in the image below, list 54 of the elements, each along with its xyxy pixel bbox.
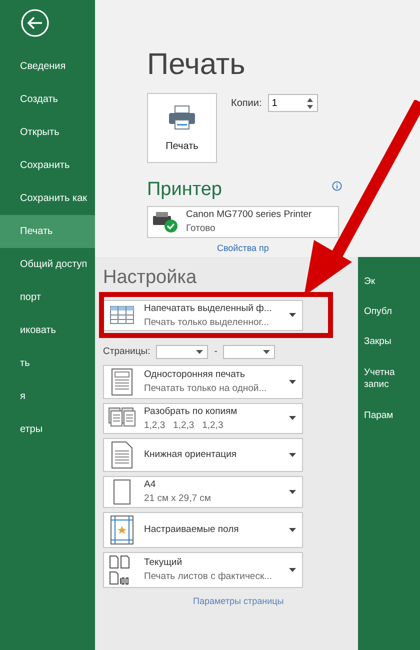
menu-item[interactable]: Закры	[364, 327, 420, 358]
print-option-dropdown[interactable]: Односторонняя печать Печатать только на одной...	[103, 364, 303, 399]
spinner-icon[interactable]	[306, 98, 313, 108]
sidebar-item[interactable]: Сохранить	[0, 149, 95, 182]
caret-icon	[289, 528, 296, 532]
info-icon[interactable]	[332, 181, 342, 191]
sidebar-item[interactable]: порт	[0, 281, 95, 314]
sidebar-item[interactable]: Печать	[0, 215, 95, 248]
page-to-field[interactable]	[223, 344, 276, 359]
sidebar-item[interactable]: ть	[0, 347, 95, 380]
print-option-dropdown[interactable]: Настраиваемые поля	[103, 512, 303, 548]
printer-ready-icon	[152, 210, 178, 233]
sidebar-item[interactable]: Сохранить как	[0, 182, 95, 215]
sidebar-item[interactable]: Создать	[0, 83, 95, 116]
printer-properties-link[interactable]: Свойства пр	[217, 242, 269, 253]
print-selection-dropdown[interactable]: Напечатать выделенный ф... Печать только выделенног...	[103, 300, 303, 331]
print-option-dropdown[interactable]: A4 21 см x 29,7 см	[103, 476, 303, 508]
section-heading: Настройка	[103, 266, 198, 290]
print-option-dropdown[interactable]: Разобрать по копиям 1,2,3 1,2,3 1,2,3	[103, 402, 303, 434]
sidebar-item[interactable]: иковать	[0, 314, 95, 347]
stacked-pages-icon	[108, 407, 136, 430]
copies-label: Копии:	[231, 98, 262, 108]
back-icon[interactable]	[20, 8, 50, 38]
caret-icon	[289, 416, 296, 420]
printer-dropdown[interactable]: Canon MG7700 series Printer Готово	[147, 206, 339, 238]
caret-icon	[289, 380, 296, 384]
sidebar-item[interactable]: етры	[0, 413, 95, 446]
print-option-dropdown[interactable]: Текущий Печать листов с фактическ...	[103, 552, 303, 588]
range-separator: -	[214, 346, 218, 358]
menu-item[interactable]: Опубл	[364, 297, 420, 328]
section-heading: Принтер	[147, 179, 222, 202]
caret-icon	[289, 490, 296, 494]
copies-field[interactable]: 1	[268, 94, 318, 112]
margins-icon	[108, 514, 136, 545]
print-button[interactable]: Печать	[147, 93, 217, 163]
caret-icon	[289, 452, 296, 457]
printer-icon	[168, 104, 196, 130]
caret-icon	[263, 350, 270, 354]
caret-icon	[196, 350, 204, 354]
menu-item[interactable]: Учетна запис	[364, 358, 420, 401]
page-from-field[interactable]	[156, 344, 208, 359]
sidebar-item[interactable]: Открыть	[0, 116, 95, 149]
page-title: Печать	[147, 48, 246, 81]
menu-item[interactable]: Эк	[364, 266, 420, 298]
print-option-dropdown[interactable]: Книжная ориентация	[103, 438, 303, 472]
caret-icon	[289, 568, 296, 572]
sidebar-item[interactable]: Общий доступ	[0, 248, 95, 281]
sidebar-item[interactable]: Сведения	[0, 50, 95, 83]
page-setup-link[interactable]: Параметры страницы	[193, 596, 358, 606]
table-icon	[108, 306, 136, 324]
caret-icon	[289, 313, 296, 318]
sidebar-item[interactable]: я	[0, 380, 95, 413]
pages-label: Страницы:	[103, 346, 150, 358]
menu-item[interactable]: Парам	[364, 400, 420, 431]
